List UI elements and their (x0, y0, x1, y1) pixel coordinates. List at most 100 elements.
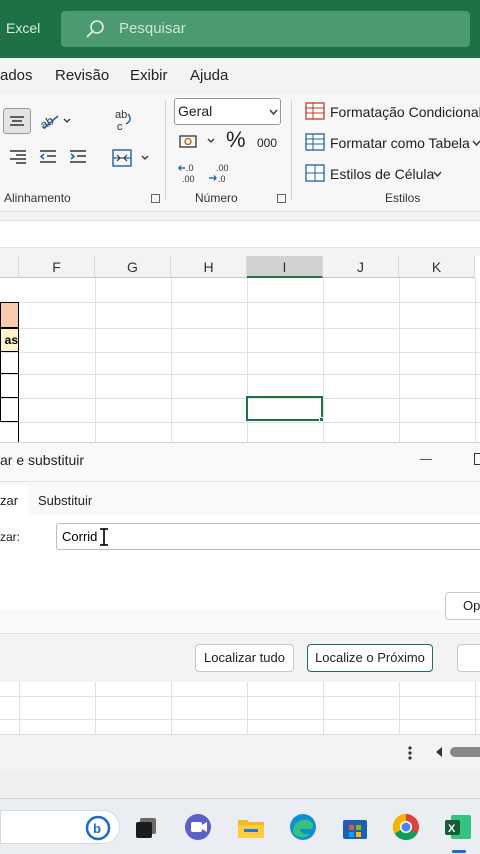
orientation-icon[interactable]: ab (38, 110, 74, 132)
format-as-table-icon (305, 133, 325, 151)
tab-substituir[interactable]: Substituir (38, 493, 92, 508)
menu-item-ajuda[interactable]: Ajuda (190, 67, 228, 84)
decrease-indent-icon[interactable] (38, 148, 58, 166)
conditional-formatting-icon (305, 102, 325, 120)
text-cursor-icon (100, 528, 108, 546)
selected-cell[interactable] (246, 396, 323, 421)
gridline (323, 682, 324, 734)
chevron-down-icon (472, 140, 480, 146)
gridline (0, 302, 480, 303)
number-format-dropdown[interactable]: Geral (174, 98, 281, 125)
microsoft-store-icon[interactable] (340, 812, 370, 842)
thousands-separator-button[interactable]: 000 (257, 136, 277, 150)
close-button[interactable] (457, 644, 480, 672)
gridline (399, 682, 400, 734)
wrap-text-icon[interactable]: ab c (112, 108, 136, 134)
increase-decimal-icon[interactable]: .0 .00 (178, 162, 200, 184)
align-center-icon (10, 116, 24, 126)
taskbar: b X (0, 798, 480, 854)
divider (0, 481, 480, 482)
file-explorer-icon[interactable] (236, 812, 266, 842)
menu-item-dados[interactable]: ados (0, 67, 33, 84)
fill-handle[interactable] (319, 417, 324, 422)
format-as-table-button[interactable]: Formatar como Tabela (330, 135, 470, 151)
column-header-j[interactable]: J (323, 256, 399, 278)
svg-text:X: X (448, 823, 456, 835)
chrome-icon[interactable] (391, 812, 421, 842)
group-separator (291, 100, 292, 200)
table-cell[interactable] (0, 374, 19, 398)
horizontal-scrollbar-thumb[interactable] (450, 747, 480, 757)
column-header-i[interactable]: I (247, 256, 323, 278)
gridline (0, 719, 480, 720)
merge-center-icon[interactable] (112, 148, 152, 168)
align-right-icon[interactable] (8, 148, 28, 166)
styles-group-label: Estilos (385, 191, 421, 205)
find-replace-dialog: ar e substituir zar Substituir zar: Corr… (0, 442, 480, 683)
worksheet-grid[interactable]: F G H I J K as (0, 256, 480, 442)
increase-indent-icon[interactable] (68, 148, 88, 166)
task-view-icon[interactable] (132, 812, 162, 842)
search-icon (86, 20, 104, 38)
svg-text:.0: .0 (186, 163, 194, 173)
menu-bar: ados Revisão Exibir Ajuda (0, 58, 480, 94)
find-input[interactable]: Corrid (56, 523, 480, 550)
worksheet-grid-lower[interactable] (0, 682, 480, 734)
cell-styles-button[interactable]: Estilos de Célula (330, 166, 434, 182)
conditional-formatting-button[interactable]: Formatação Condicional (330, 104, 480, 120)
align-center-button[interactable] (3, 108, 31, 134)
svg-text:b: b (93, 821, 101, 836)
decrease-decimal-icon[interactable]: .00 .0 (208, 162, 232, 184)
taskbar-search[interactable]: b (0, 810, 120, 844)
gridline (0, 328, 480, 329)
header-cell[interactable] (0, 302, 19, 328)
gridline (0, 422, 480, 423)
edge-icon[interactable] (288, 812, 318, 842)
menu-item-revisao[interactable]: Revisão (55, 67, 109, 84)
number-launcher-icon[interactable] (277, 194, 286, 203)
options-button[interactable]: Op (445, 592, 480, 620)
tab-localizar[interactable]: zar (0, 493, 18, 508)
column-header-f[interactable]: F (19, 256, 95, 278)
svg-text:.0: .0 (218, 174, 226, 184)
svg-text:ab: ab (38, 113, 56, 132)
excel-icon[interactable]: X (443, 812, 473, 842)
scroll-left-icon[interactable] (434, 746, 444, 758)
bing-icon: b (85, 815, 111, 841)
svg-text:.00: .00 (216, 163, 229, 173)
formula-bar[interactable] (0, 220, 480, 248)
teams-icon[interactable] (183, 812, 213, 842)
alignment-group-label: Alinhamento (4, 191, 71, 205)
table-cell[interactable] (0, 422, 19, 442)
yellow-cell[interactable]: as (0, 328, 19, 352)
column-header-h[interactable]: H (171, 256, 247, 278)
search-box[interactable]: Pesquisar (61, 11, 470, 47)
app-name: Excel (6, 20, 41, 36)
sheet-tab-bar (0, 734, 480, 770)
svg-text:ab: ab (115, 109, 127, 121)
table-cell[interactable] (0, 398, 19, 422)
column-header-k[interactable]: K (399, 256, 475, 278)
percent-button[interactable]: % (226, 127, 246, 153)
table-cell[interactable] (0, 352, 19, 374)
column-header-e[interactable] (0, 256, 19, 278)
menu-item-exibir[interactable]: Exibir (130, 67, 168, 84)
status-area (0, 770, 480, 798)
title-bar: Excel Pesquisar (0, 0, 480, 58)
column-header-g[interactable]: G (95, 256, 171, 278)
maximize-icon[interactable] (474, 453, 480, 465)
gridline (0, 696, 480, 697)
alignment-launcher-icon[interactable] (151, 194, 160, 203)
more-options-icon[interactable] (406, 745, 414, 761)
active-app-indicator (452, 850, 466, 853)
ribbon: ab ab c Alinhamento Geral % 000 .0 .00 .… (0, 94, 480, 212)
gridline (0, 352, 480, 353)
currency-format-icon[interactable] (178, 132, 218, 152)
minimize-icon[interactable] (420, 459, 432, 460)
find-all-button[interactable]: Localizar tudo (195, 644, 294, 672)
gridline (19, 682, 20, 734)
svg-text:.00: .00 (182, 174, 195, 184)
number-format-value: Geral (178, 103, 213, 119)
dialog-title: ar e substituir (0, 452, 85, 468)
find-next-button[interactable]: Localize o Próximo (307, 644, 433, 672)
